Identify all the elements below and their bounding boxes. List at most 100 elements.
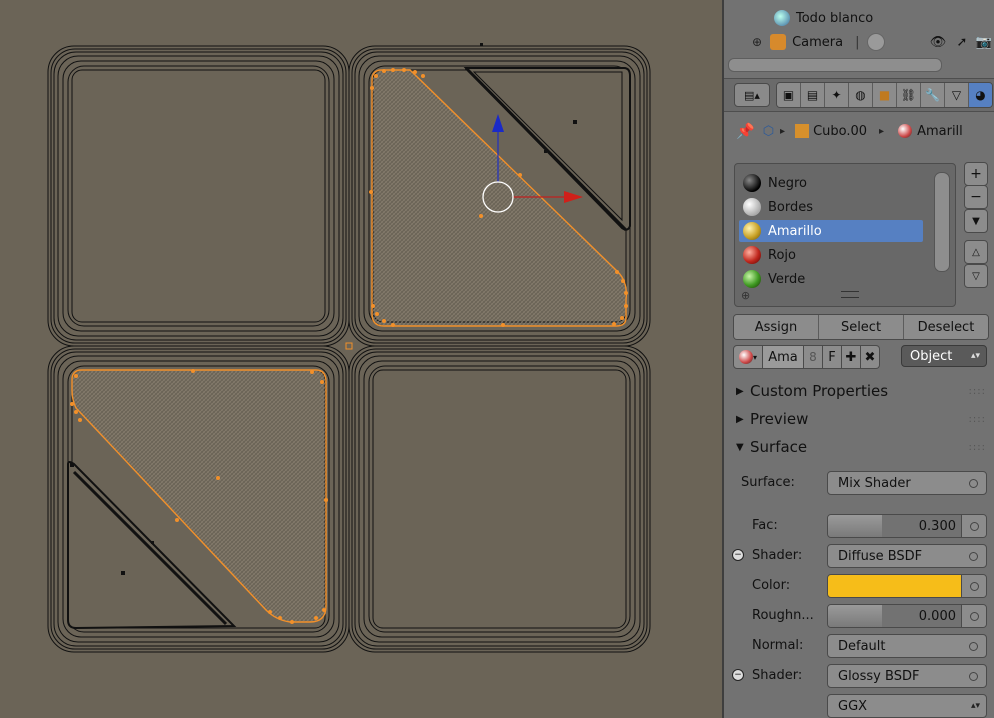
slider-fill	[828, 515, 882, 537]
drag-handle-icon[interactable]: ::::	[969, 386, 986, 397]
surface-label: Surface:	[741, 475, 795, 490]
move-up-button[interactable]: △	[964, 240, 988, 264]
assign-button[interactable]: Assign	[734, 315, 819, 339]
deselect-button[interactable]: Deselect	[904, 315, 988, 339]
material-name: Verde	[768, 271, 806, 287]
list-item[interactable]: Negro	[739, 172, 923, 194]
browse-material-button[interactable]: ▾	[733, 345, 763, 369]
select-button[interactable]: Select	[819, 315, 904, 339]
updown-arrows-icon: ▴▾	[970, 351, 980, 361]
add-slot-button[interactable]: +	[964, 162, 988, 186]
surface-section[interactable]: ▼ Surface ::::	[724, 435, 994, 459]
custom-properties-section[interactable]: ▶ Custom Properties ::::	[724, 379, 994, 403]
outliner-item-camera[interactable]: ⊕ Camera |	[752, 31, 891, 53]
specials-menu-button[interactable]: ▼	[964, 209, 988, 233]
list-expand-icon[interactable]: ⊕	[741, 289, 750, 302]
camera-data-icon[interactable]	[867, 33, 886, 51]
material-name: Rojo	[768, 247, 796, 263]
expand-plus-icon[interactable]: ⊕	[752, 35, 762, 49]
context-tab-group: ▣ ▤ ✦ ◍ ■ ⛓ 🔧 ▽ ◕	[776, 82, 993, 108]
list-item[interactable]: Bordes	[739, 196, 923, 218]
section-title: Custom Properties	[750, 382, 889, 400]
shader-label: Shader:	[752, 668, 803, 683]
dropdown-value: GGX	[838, 698, 868, 714]
chevron-right-icon: ▸	[780, 125, 786, 137]
link-dropdown[interactable]: Object ▴▾	[901, 345, 987, 367]
material-ball-icon	[743, 198, 761, 216]
cube-icon	[795, 124, 810, 138]
drag-handle-icon[interactable]: ::::	[969, 414, 986, 425]
fac-slider[interactable]: 0.300	[827, 514, 987, 538]
render-camera-icon[interactable]: 📷	[976, 34, 992, 50]
list-scrollbar[interactable]	[934, 172, 950, 272]
outliner-item-todo-blanco[interactable]: Todo blanco	[774, 7, 873, 29]
socket-icon	[969, 672, 978, 681]
horizontal-scrollbar[interactable]	[728, 58, 942, 72]
mesh-wireframe	[47, 43, 651, 653]
roughness-slider[interactable]: 0.000	[827, 604, 987, 628]
pin-icon[interactable]: 📌	[736, 122, 755, 140]
list-item[interactable]: Verde	[739, 268, 923, 290]
fac-label: Fac:	[752, 518, 778, 533]
outliner-item-label: Todo blanco	[796, 10, 874, 26]
list-item-selected[interactable]: Amarillo	[739, 220, 923, 242]
modifiers-icon[interactable]: 🔧	[921, 83, 945, 107]
render-layers-icon[interactable]: ▤	[801, 83, 825, 107]
shader-label: Shader:	[752, 548, 803, 563]
constraints-icon[interactable]: ⛓	[897, 83, 921, 107]
user-count[interactable]: 8	[804, 345, 823, 369]
dropdown-value: Mix Shader	[838, 475, 911, 491]
link-value: Object	[910, 348, 953, 364]
socket-button[interactable]	[961, 605, 986, 627]
shader-dropdown-2[interactable]: Glossy BSDF	[827, 664, 987, 688]
properties-editor: Todo blanco ⊕ Camera | 👁 ➚ 📷 ▤▴ ▣ ▤ ✦ ◍ …	[724, 0, 994, 718]
list-resize-grip[interactable]	[841, 291, 859, 298]
color-field[interactable]	[827, 574, 987, 598]
object-icon[interactable]: ■	[873, 83, 897, 107]
tile-bottom-right	[348, 345, 651, 653]
move-down-button[interactable]: ▽	[964, 264, 988, 288]
section-title: Preview	[750, 410, 809, 428]
world-icon[interactable]: ◍	[849, 83, 873, 107]
surface-shader-dropdown[interactable]: Mix Shader	[827, 471, 987, 495]
section-title: Surface	[750, 438, 808, 456]
list-item[interactable]: Rojo	[739, 244, 923, 266]
collapse-input-icon[interactable]: −	[732, 669, 744, 681]
socket-icon	[970, 522, 979, 531]
breadcrumb-material: Amarill	[917, 123, 963, 139]
fake-user-button[interactable]: F	[823, 345, 842, 369]
socket-button[interactable]	[961, 575, 986, 597]
3d-viewport[interactable]	[0, 0, 722, 718]
material-ball-icon	[898, 124, 913, 138]
new-material-button[interactable]: ✚	[842, 345, 861, 369]
drag-handle-icon[interactable]: ::::	[969, 442, 986, 453]
outliner: Todo blanco ⊕ Camera | 👁 ➚ 📷	[724, 0, 994, 76]
shader-dropdown-1[interactable]: Diffuse BSDF	[827, 544, 987, 568]
outliner-item-label: Camera	[792, 34, 844, 50]
material-slot-list[interactable]: Negro Bordes Amarillo Rojo Verde ⊕	[734, 163, 956, 307]
breadcrumb-object: Cubo.00	[813, 123, 868, 139]
data-icon[interactable]: ▽	[945, 83, 969, 107]
material-name-field[interactable]: Ama	[763, 345, 804, 369]
distribution-dropdown[interactable]: GGX ▴▾	[827, 694, 987, 718]
editor-type-selector[interactable]: ▤▴	[734, 83, 770, 107]
material-datablock-row: ▾ Ama 8 F ✚ ✖	[733, 345, 880, 369]
color-swatch[interactable]	[828, 575, 962, 597]
material-icon[interactable]: ◕	[969, 83, 992, 107]
unlink-material-button[interactable]: ✖	[861, 345, 880, 369]
separator: |	[855, 34, 860, 50]
slider-value: 0.000	[918, 609, 956, 624]
dropdown-value: Default	[838, 638, 886, 654]
normal-dropdown[interactable]: Default	[827, 634, 987, 658]
eye-icon[interactable]: 👁	[930, 34, 947, 50]
cursor-icon[interactable]: ➚	[954, 34, 970, 50]
collapse-input-icon[interactable]: −	[732, 549, 744, 561]
collapse-triangle-icon: ▼	[736, 441, 744, 453]
preview-section[interactable]: ▶ Preview ::::	[724, 407, 994, 431]
scene-icon[interactable]: ✦	[825, 83, 849, 107]
properties-tabs: ▤▴ ▣ ▤ ✦ ◍ ■ ⛓ 🔧 ▽ ◕	[724, 78, 994, 112]
socket-button[interactable]	[961, 515, 986, 537]
render-icon[interactable]: ▣	[777, 83, 801, 107]
remove-slot-button[interactable]: −	[964, 185, 988, 209]
chevron-right-icon: ▸	[879, 125, 885, 137]
